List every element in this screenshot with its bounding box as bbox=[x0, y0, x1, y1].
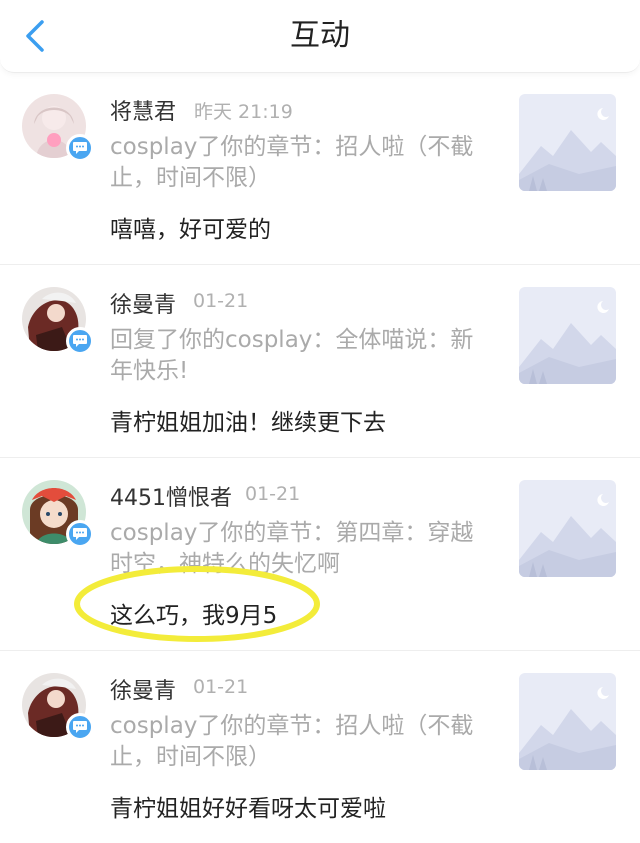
interaction-list: 将慧君 昨天 21:19 cosplay了你的章节：招人啦（不截止，时间不限） … bbox=[0, 72, 640, 843]
placeholder-image-icon bbox=[519, 287, 616, 384]
comment-badge-icon bbox=[66, 134, 94, 162]
user-name[interactable]: 徐曼青 bbox=[110, 673, 176, 705]
header: 互动 bbox=[0, 0, 640, 73]
action-text: 回复了你的cosplay：全体喵说：新年快乐! bbox=[110, 327, 474, 384]
chapter-thumbnail[interactable] bbox=[519, 673, 616, 770]
page-title: 互动 bbox=[290, 18, 350, 53]
list-item[interactable]: 徐曼青 01-21 回复了你的cosplay：全体喵说：新年快乐! 青柠姐姐加油… bbox=[0, 265, 640, 458]
list-item[interactable]: 4451憎恨者 01-21 cosplay了你的章节：第四章：穿越时空，神特么的… bbox=[0, 458, 640, 651]
chapter-thumbnail[interactable] bbox=[519, 94, 616, 191]
placeholder-image-icon bbox=[519, 94, 616, 191]
user-name[interactable]: 将慧君 bbox=[110, 94, 176, 126]
user-name[interactable]: 4451憎恨者 bbox=[110, 480, 232, 512]
chapter-thumbnail[interactable] bbox=[519, 480, 616, 577]
reply-text: 嘻嘻，好可爱的 bbox=[110, 217, 271, 243]
chapter-thumbnail[interactable] bbox=[519, 287, 616, 384]
comment-badge-icon bbox=[66, 327, 94, 355]
timestamp: 01-21 bbox=[193, 676, 249, 698]
comment-badge-icon bbox=[66, 713, 94, 741]
timestamp: 01-21 bbox=[193, 290, 249, 312]
list-item[interactable]: 将慧君 昨天 21:19 cosplay了你的章节：招人啦（不截止，时间不限） … bbox=[0, 72, 640, 265]
comment-badge-icon bbox=[66, 520, 94, 548]
reply-text: 青柠姐姐好好看呀太可爱啦 bbox=[110, 796, 386, 822]
timestamp: 01-21 bbox=[245, 483, 301, 505]
action-text: cosplay了你的章节：招人啦（不截止，时间不限） bbox=[110, 134, 474, 191]
placeholder-image-icon bbox=[519, 480, 616, 577]
action-text: cosplay了你的章节：第四章：穿越时空，神特么的失忆啊 bbox=[110, 520, 474, 577]
placeholder-image-icon bbox=[519, 673, 616, 770]
reply-text: 这么巧，我9月5 bbox=[110, 603, 278, 629]
list-item[interactable]: 徐曼青 01-21 cosplay了你的章节：招人啦（不截止，时间不限） 青柠姐… bbox=[0, 651, 640, 843]
action-text: cosplay了你的章节：招人啦（不截止，时间不限） bbox=[110, 713, 474, 770]
user-name[interactable]: 徐曼青 bbox=[110, 287, 176, 319]
reply-text: 青柠姐姐加油！继续更下去 bbox=[110, 410, 386, 436]
timestamp: 昨天 21:19 bbox=[194, 101, 293, 123]
